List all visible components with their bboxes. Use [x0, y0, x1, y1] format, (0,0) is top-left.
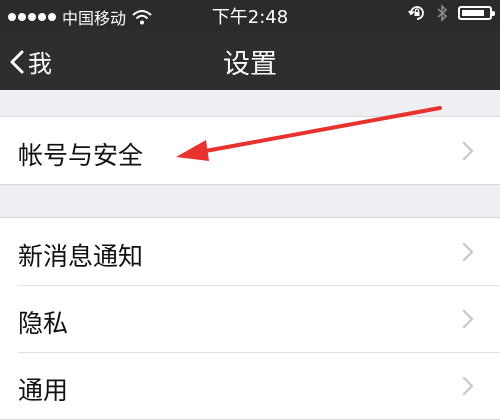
page-title: 设置 — [223, 49, 277, 80]
rotation-lock-icon — [408, 6, 424, 20]
chevron-right-icon — [462, 309, 474, 329]
settings-row-notifications[interactable]: 新消息通知 — [0, 218, 500, 285]
row-label: 新消息通知 — [18, 242, 144, 271]
row-label: 帐号与安全 — [18, 141, 144, 170]
bluetooth-icon — [437, 4, 448, 22]
chevron-right-icon — [462, 242, 474, 262]
chevron-right-icon — [462, 376, 474, 396]
settings-group-account: 帐号与安全 — [0, 116, 500, 185]
status-bar: 中国移动 下午2:48 — [0, 0, 500, 30]
battery-icon — [458, 6, 495, 20]
back-button[interactable]: 我 — [10, 44, 52, 79]
back-label: 我 — [28, 50, 52, 78]
settings-row-account-security[interactable]: 帐号与安全 — [0, 117, 500, 184]
nav-bar: 我 设置 — [0, 30, 500, 90]
row-label: 通用 — [18, 376, 69, 405]
chevron-right-icon — [462, 141, 474, 161]
chevron-left-icon — [10, 50, 24, 73]
row-label: 隐私 — [18, 309, 69, 338]
settings-group-general: 新消息通知 隐私 通用 — [0, 217, 500, 420]
status-right — [408, 4, 495, 22]
settings-row-privacy[interactable]: 隐私 — [0, 285, 500, 352]
settings-row-general[interactable]: 通用 — [0, 352, 500, 419]
battery-fill — [462, 10, 485, 16]
